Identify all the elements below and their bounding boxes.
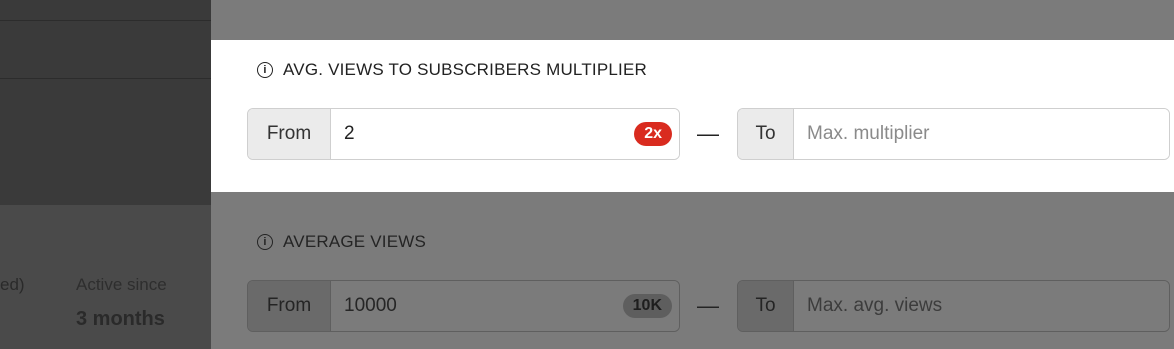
active-since-value: 3 months xyxy=(76,308,165,330)
input-value: 2 xyxy=(344,123,355,144)
input-value: 10000 xyxy=(344,295,397,316)
section-title-text: AVERAGE VIEWS xyxy=(283,232,427,251)
range-separator: — xyxy=(697,293,719,318)
multiplier-to-input[interactable]: Max. multiplier xyxy=(794,109,1169,159)
views-badge: 10K xyxy=(622,294,672,318)
multiplier-from-group: From 2 2x xyxy=(247,108,680,160)
multiplier-from-input[interactable]: 2 2x xyxy=(331,109,679,159)
to-label: To xyxy=(738,281,794,331)
divider xyxy=(0,20,211,21)
multiplier-range: From 2 2x — To Max. multiplier xyxy=(247,108,1170,160)
average-views-from-group: From 10000 10K xyxy=(247,280,680,332)
average-views-range: From 10000 10K — To Max. avg. views xyxy=(247,280,1170,332)
section-title-text: AVG. VIEWS TO SUBSCRIBERS MULTIPLIER xyxy=(283,60,647,79)
average-views-filter-title: i AVERAGE VIEWS xyxy=(257,232,426,252)
divider xyxy=(0,78,211,79)
from-label: From xyxy=(248,281,331,331)
average-views-filter-section: i AVERAGE VIEWS From 10000 10K — To Max.… xyxy=(211,192,1174,349)
input-placeholder: Max. multiplier xyxy=(807,123,930,144)
active-since-label: Active since xyxy=(76,275,167,294)
multiplier-filter-title: i AVG. VIEWS TO SUBSCRIBERS MULTIPLIER xyxy=(257,60,647,80)
info-icon[interactable]: i xyxy=(257,62,273,78)
multiplier-badge: 2x xyxy=(634,122,672,146)
multiplier-to-group: To Max. multiplier xyxy=(737,108,1170,160)
background-header-area xyxy=(0,0,211,205)
average-views-from-input[interactable]: 10000 10K xyxy=(331,281,679,331)
background-app: ed) Active since 3 months xyxy=(0,0,211,349)
input-placeholder: Max. avg. views xyxy=(807,295,943,316)
to-label: To xyxy=(738,109,794,159)
average-views-to-input[interactable]: Max. avg. views xyxy=(794,281,1169,331)
stat-label-fragment: ed) xyxy=(0,275,25,294)
info-icon[interactable]: i xyxy=(257,234,273,250)
multiplier-filter-section: i AVG. VIEWS TO SUBSCRIBERS MULTIPLIER F… xyxy=(211,40,1174,192)
average-views-to-group: To Max. avg. views xyxy=(737,280,1170,332)
range-separator: — xyxy=(697,121,719,146)
from-label: From xyxy=(248,109,331,159)
